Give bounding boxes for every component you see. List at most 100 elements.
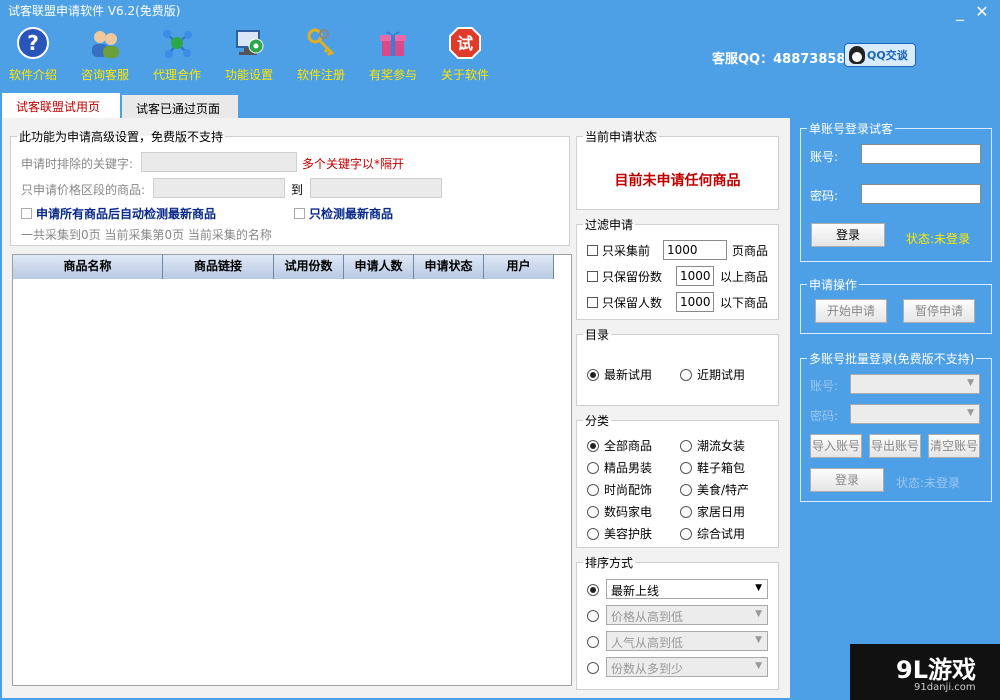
checkbox-box (294, 208, 305, 219)
gift-icon (376, 26, 410, 60)
product-table[interactable]: 商品名称 商品链接 试用份数 申请人数 申请状态 用户 (12, 254, 572, 686)
price-to-label: 到 (291, 183, 304, 197)
filter-pages-input[interactable]: 1000 (663, 240, 727, 260)
sort-radio-newest[interactable] (587, 583, 604, 597)
column-trial-count[interactable]: 试用份数 (274, 255, 344, 279)
sort-newest-select[interactable]: 最新上线 ▼ (606, 579, 768, 599)
sort-popularity-select[interactable]: 人气从高到低 ▼ (606, 631, 768, 651)
category-radio-food[interactable]: 美食/特产 (680, 481, 749, 498)
exclude-keyword-label: 申请时排除的关键字: (21, 157, 134, 171)
category-radio-shoes[interactable]: 鞋子箱包 (680, 459, 745, 476)
radio-dot (680, 484, 692, 496)
filter-copies-suffix: 以上商品 (720, 270, 769, 284)
start-apply-button[interactable]: 开始申请 (815, 299, 887, 323)
filter-pages-checkbox[interactable]: 只采集前 (587, 242, 650, 259)
filter-people-input[interactable]: 1000 (676, 292, 714, 312)
category-label: 潮流女装 (697, 439, 746, 453)
column-product-name[interactable]: 商品名称 (13, 255, 163, 279)
multi-login-button[interactable]: 登录 (810, 468, 884, 492)
radio-dot (587, 610, 599, 622)
keys-icon (304, 26, 338, 60)
exclude-keyword-input[interactable] (141, 152, 297, 172)
toolbar-item-about[interactable]: 试 关于软件 (434, 26, 496, 83)
watermark-brand: 9L游戏 (896, 656, 976, 684)
filter-people-checkbox[interactable]: 只保留人数 (587, 294, 662, 311)
operations-legend: 申请操作 (809, 278, 858, 292)
login-status: 状态:未登录 (906, 232, 971, 246)
category-radio-beauty[interactable]: 美容护肤 (587, 525, 652, 542)
toolbar-item-register[interactable]: 软件注册 (290, 26, 352, 83)
tab-trial-page[interactable]: 试客联盟试用页面 (2, 93, 120, 131)
toolbar-item-reward[interactable]: 有奖参与 (362, 26, 424, 83)
column-product-link[interactable]: 商品链接 (163, 255, 274, 279)
category-radio-digital[interactable]: 数码家电 (587, 503, 652, 520)
multi-account-select[interactable]: ▼ (850, 374, 980, 394)
category-label: 美食/特产 (697, 483, 750, 497)
column-applicants[interactable]: 申请人数 (344, 255, 414, 279)
window-title: 试客联盟申请软件 V6.2(免费版) (8, 4, 181, 18)
toolbar-item-intro[interactable]: ? 软件介绍 (2, 26, 64, 83)
current-status-group: 当前申请状态 (576, 128, 779, 210)
current-status-message: 目前未申请任何商品 (614, 173, 741, 189)
toolbar-label: 代理合作 (152, 68, 201, 82)
auto-detect-checkbox[interactable]: 申请所有商品后自动检测最新商品 (21, 205, 216, 222)
filter-legend: 过滤申请 (585, 218, 634, 232)
toolbar-item-settings[interactable]: 功能设置 (218, 26, 280, 83)
filter-copies-checkbox[interactable]: 只保留份数 (587, 268, 662, 285)
column-user[interactable]: 用户 (484, 255, 554, 279)
category-radio-women[interactable]: 潮流女装 (680, 437, 745, 454)
multi-password-select[interactable]: ▼ (850, 404, 980, 424)
category-label: 精品男装 (604, 461, 653, 475)
radio-dot (587, 506, 599, 518)
sort-radio-popularity[interactable] (587, 635, 604, 649)
catalog-latest-radio[interactable]: 最新试用 (587, 366, 652, 383)
qq-chat-button[interactable]: QQ交谈 (844, 43, 916, 67)
category-radio-all[interactable]: 全部商品 (587, 437, 652, 454)
account-input[interactable] (861, 144, 981, 164)
radio-dot (680, 440, 692, 452)
price-range-label: 只申请价格区段的商品: (21, 183, 146, 197)
checkbox-box (587, 245, 598, 256)
account-label: 账号: (810, 150, 839, 164)
catalog-recent-radio[interactable]: 近期试用 (680, 366, 745, 383)
category-radio-accessories[interactable]: 时尚配饰 (587, 481, 652, 498)
filter-copies-input[interactable]: 1000 (676, 266, 714, 286)
checkbox-box (21, 208, 32, 219)
filter-people-suffix: 以下商品 (720, 296, 769, 310)
category-radio-men[interactable]: 精品男装 (587, 459, 652, 476)
radio-dot (587, 636, 599, 648)
filter-pages-label: 只采集前 (602, 244, 651, 258)
price-max-input[interactable] (310, 178, 442, 198)
main-panel: 此功能为申请高级设置，免费版不支持 申请时排除的关键字: 多个关键字以*隔开 只… (2, 118, 790, 698)
radio-dot (587, 484, 599, 496)
only-detect-checkbox[interactable]: 只检测最新商品 (294, 205, 393, 222)
sort-radio-copies[interactable] (587, 661, 604, 675)
import-accounts-button[interactable]: 导入账号 (810, 434, 862, 458)
select-value: 份数从多到少 (611, 662, 684, 676)
password-input[interactable] (861, 184, 981, 204)
radio-dot (587, 369, 599, 381)
close-button[interactable]: ✕ (972, 2, 992, 21)
only-detect-label: 只检测最新商品 (309, 207, 394, 221)
pause-apply-button[interactable]: 暂停申请 (903, 299, 975, 323)
category-label: 美容护肤 (604, 527, 653, 541)
price-min-input[interactable] (153, 178, 285, 198)
clear-accounts-button[interactable]: 清空账号 (928, 434, 980, 458)
sort-radio-price[interactable] (587, 609, 604, 623)
category-radio-general[interactable]: 综合试用 (680, 525, 745, 542)
toolbar-item-agent[interactable]: 代理合作 (146, 26, 208, 83)
export-accounts-button[interactable]: 导出账号 (869, 434, 921, 458)
minimize-button[interactable]: _ (950, 2, 970, 21)
sort-price-select[interactable]: 价格从高到低 ▼ (606, 605, 768, 625)
login-button[interactable]: 登录 (811, 223, 885, 247)
multi-login-status: 状态:未登录 (896, 476, 961, 490)
filter-copies-label: 只保留份数 (602, 270, 663, 284)
category-radio-home[interactable]: 家居日用 (680, 503, 745, 520)
toolbar-item-support[interactable]: 咨询客服 (74, 26, 136, 83)
sort-copies-select[interactable]: 份数从多到少 ▼ (606, 657, 768, 677)
category-legend: 分类 (585, 414, 610, 428)
toolbar-label: 软件介绍 (8, 68, 57, 82)
column-apply-status[interactable]: 申请状态 (414, 255, 484, 279)
chevron-down-icon: ▼ (967, 378, 974, 388)
tab-approved-page[interactable]: 试客已通过页面 (122, 95, 238, 118)
